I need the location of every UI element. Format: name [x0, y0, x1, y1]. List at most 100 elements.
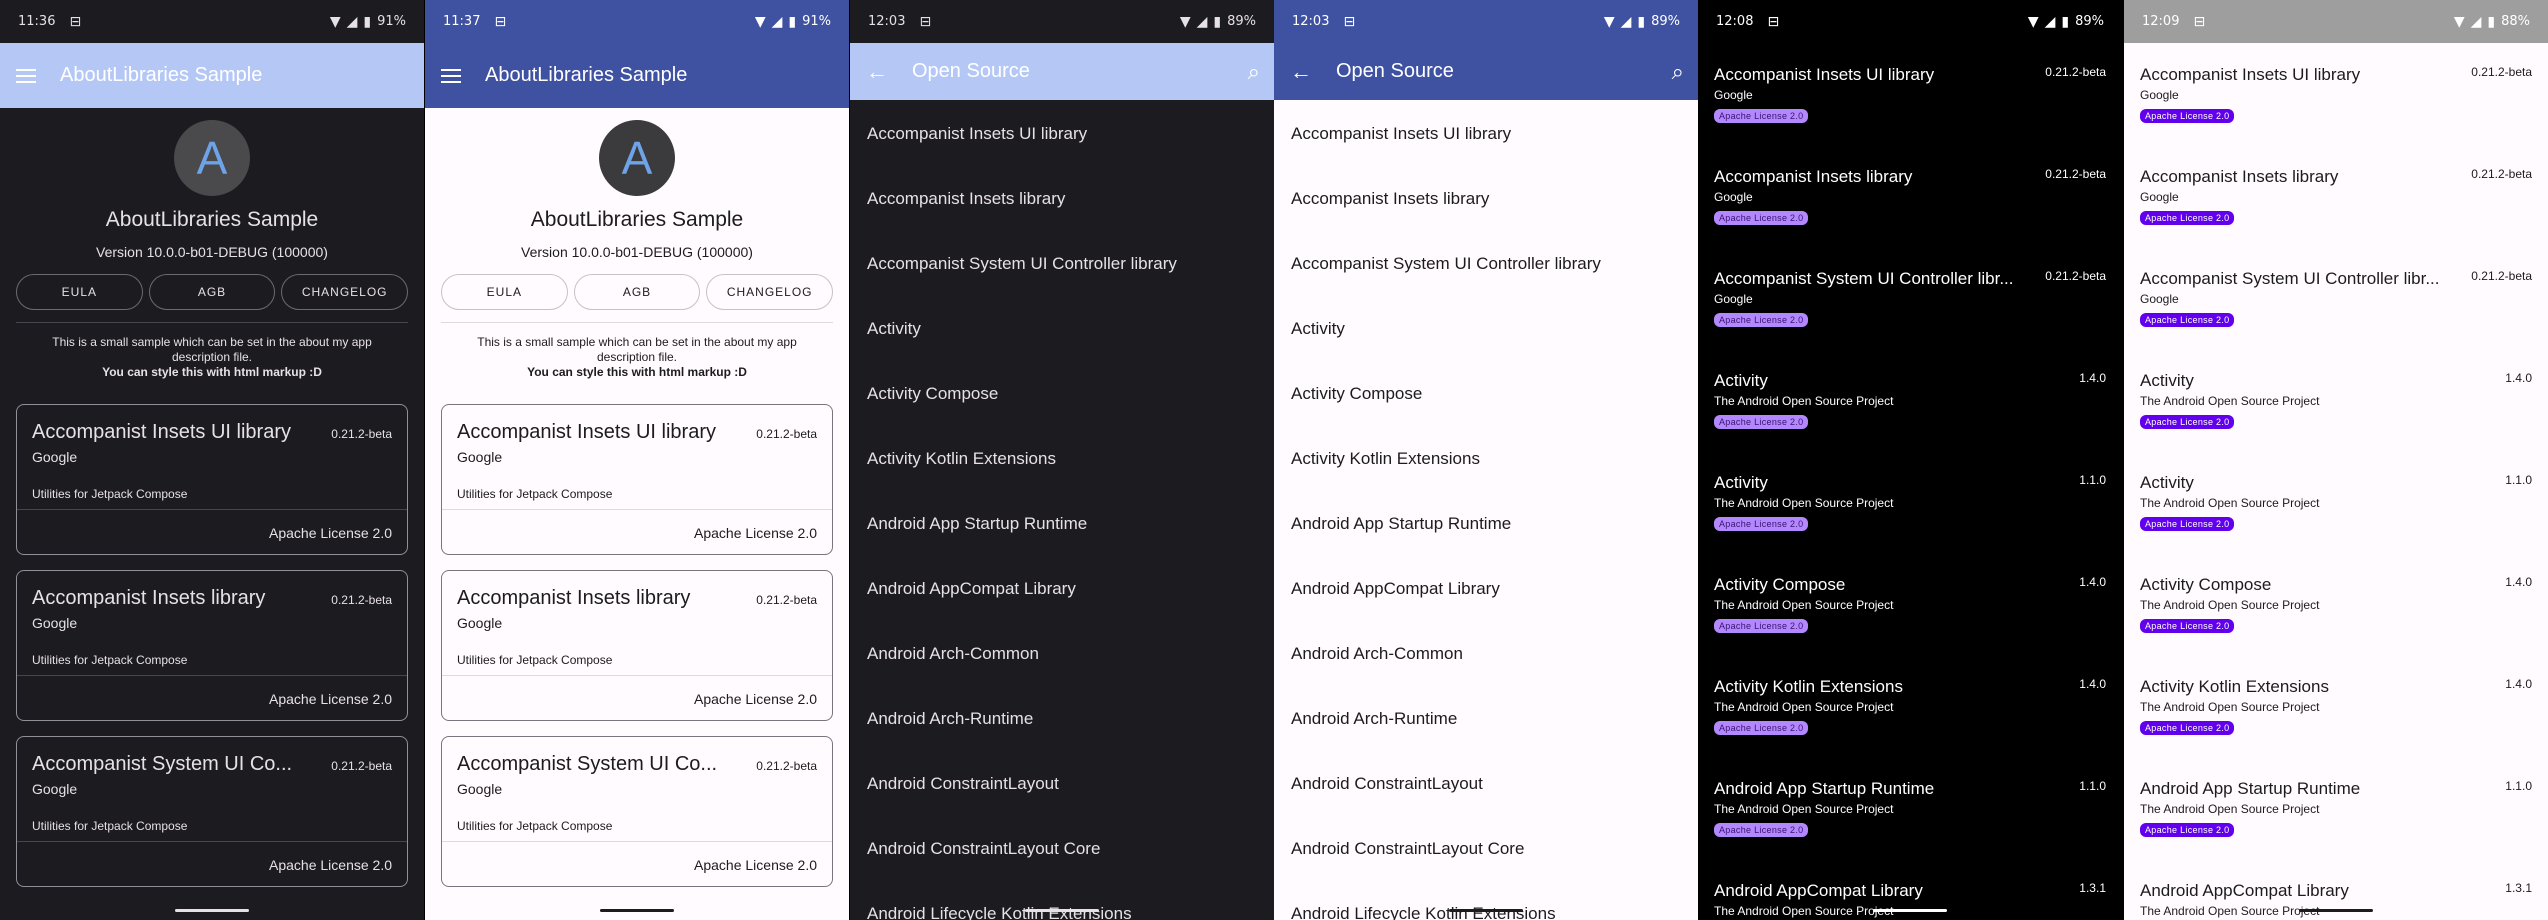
library-author: The Android Open Source Project [1714, 496, 1894, 510]
agb-button[interactable]: AGB [148, 274, 276, 310]
license-chip[interactable]: Apache License 2.0 [1714, 619, 1809, 633]
app-name: AboutLibraries Sample [530, 208, 744, 231]
list-item[interactable]: Accompanist Insets UI library 0.21.2-beta… [2124, 43, 2548, 145]
list-item[interactable]: Android Lifecycle Kotlin Extensions [1274, 881, 1698, 920]
license-chip[interactable]: Apache License 2.0 [1714, 415, 1809, 429]
list-item[interactable]: Accompanist Insets library 0.21.2-beta Goo… [1698, 145, 2122, 247]
list-item[interactable]: Activity 1.1.0 The Android Open Source Pro… [1698, 451, 2122, 553]
list-item[interactable]: Activity Kotlin Extensions 1.4.0 The Andro… [1698, 655, 2122, 757]
library-license[interactable]: Apache License 2.0 [32, 525, 392, 541]
list-item[interactable]: Activity [1274, 296, 1698, 361]
list-item[interactable]: Android Lifecycle Kotlin Extensions [850, 881, 1274, 920]
list-item[interactable]: Android ConstraintLayout [850, 751, 1274, 816]
search-icon[interactable]: ⌕ [1672, 59, 1684, 85]
list-item[interactable]: Android Arch-Runtime [850, 686, 1274, 751]
library-license[interactable]: Apache License 2.0 [32, 857, 392, 873]
list-item[interactable]: Accompanist System UI Controller libr...… [2124, 247, 2548, 349]
license-chip[interactable]: Apache License 2.0 [1714, 313, 1809, 327]
gesture-navigation-bar[interactable] [175, 909, 249, 912]
license-chip[interactable]: Apache License 2.0 [2140, 619, 2235, 633]
changelog-button[interactable]: CHANGELOG [706, 274, 834, 310]
license-chip[interactable]: Apache License 2.0 [2140, 109, 2235, 123]
library-card[interactable]: Accompanist Insets UI library 0.21.2-bet… [16, 404, 408, 555]
list-item[interactable]: Activity Kotlin Extensions [1274, 426, 1698, 491]
license-chip[interactable]: Apache License 2.0 [1714, 211, 1809, 225]
license-chip[interactable]: Apache License 2.0 [2140, 823, 2235, 837]
list-item[interactable]: Activity Compose [1274, 361, 1698, 426]
eula-button[interactable]: EULA [441, 274, 568, 310]
license-chip[interactable]: Apache License 2.0 [1714, 517, 1809, 531]
library-name: Activity Kotlin Extensions [2140, 677, 2329, 696]
license-chip[interactable]: Apache License 2.0 [2140, 415, 2235, 429]
list-item[interactable]: Accompanist Insets library [1274, 166, 1698, 231]
list-item[interactable]: Android App Startup Runtime [850, 491, 1274, 556]
library-card[interactable]: Accompanist System UI Co... 0.21.2-beta … [16, 736, 408, 887]
app-bar: AboutLibraries Sample [425, 43, 849, 108]
list-item[interactable]: Accompanist System UI Controller library [850, 231, 1274, 296]
library-card[interactable]: Accompanist System UI Co... 0.21.2-beta … [441, 736, 833, 887]
library-license[interactable]: Apache License 2.0 [457, 857, 817, 873]
list-item[interactable]: Accompanist System UI Controller library [1274, 231, 1698, 296]
list-item[interactable]: Accompanist Insets UI library [850, 101, 1274, 166]
list-item[interactable]: Accompanist Insets library 0.21.2-beta Goo… [2124, 145, 2548, 247]
list-item[interactable]: Activity 1.4.0 The Android Open Source Pro… [2124, 349, 2548, 451]
list-item[interactable]: Accompanist Insets UI library [1274, 101, 1698, 166]
list-item[interactable]: Android App Startup Runtime 1.1.0 The Andr… [1698, 757, 2122, 859]
gesture-navigation-bar[interactable] [1025, 909, 1099, 912]
list-item[interactable]: Accompanist Insets library [850, 166, 1274, 231]
arrow-back-icon[interactable]: ← [866, 59, 888, 85]
license-chip[interactable]: Apache License 2.0 [1714, 823, 1809, 837]
library-license[interactable]: Apache License 2.0 [457, 691, 817, 707]
menu-icon[interactable] [441, 68, 461, 83]
list-item[interactable]: Activity Kotlin Extensions 1.4.0 The Andro… [2124, 655, 2548, 757]
license-chip[interactable]: Apache License 2.0 [2140, 721, 2235, 735]
search-icon[interactable]: ⌕ [1248, 59, 1260, 85]
license-chip[interactable]: Apache License 2.0 [2140, 313, 2235, 327]
list-item[interactable]: Activity Compose 1.4.0 The Android Open So… [2124, 553, 2548, 655]
list-item[interactable]: Activity 1.4.0 The Android Open Source Pro… [1698, 349, 2122, 451]
license-chip[interactable]: Apache License 2.0 [2140, 517, 2235, 531]
library-card[interactable]: Accompanist Insets library 0.21.2-beta G… [441, 570, 833, 721]
list-item[interactable]: Android ConstraintLayout [1274, 751, 1698, 816]
list-item[interactable]: Android AppCompat Library [850, 556, 1274, 621]
list-item[interactable]: Android ConstraintLayout Core [1274, 816, 1698, 881]
menu-icon[interactable] [16, 68, 36, 83]
list-item[interactable]: Activity 1.1.0 The Android Open Source Pro… [2124, 451, 2548, 553]
list-item[interactable]: Android Arch-Common [850, 621, 1274, 686]
library-name: Activity Compose [2140, 575, 2272, 594]
description-text: This is a small sample which can be set … [477, 335, 797, 364]
card-divider [442, 509, 832, 510]
library-name: Accompanist Insets UI library [457, 421, 716, 443]
list-item[interactable]: Accompanist Insets UI library 0.21.2-beta… [1698, 43, 2122, 145]
list-item[interactable]: Android App Startup Runtime [1274, 491, 1698, 556]
list-item[interactable]: Activity [850, 296, 1274, 361]
gesture-navigation-bar[interactable] [2299, 909, 2373, 912]
gesture-navigation-bar[interactable] [1873, 909, 1947, 912]
list-item[interactable]: Activity Compose 1.4.0 The Android Open So… [1698, 553, 2122, 655]
list-item[interactable]: Android App Startup Runtime 1.1.0 The Andr… [2124, 757, 2548, 859]
changelog-button[interactable]: CHANGELOG [281, 274, 409, 310]
license-chip[interactable]: Apache License 2.0 [1714, 721, 1809, 735]
agb-button[interactable]: AGB [573, 274, 701, 310]
library-license[interactable]: Apache License 2.0 [32, 691, 392, 707]
eula-button[interactable]: EULA [16, 274, 143, 310]
list-item[interactable]: Activity Compose [850, 361, 1274, 426]
gesture-navigation-bar[interactable] [600, 909, 674, 912]
battery-icon: ▮ [2487, 13, 2496, 30]
library-license[interactable]: Apache License 2.0 [457, 525, 817, 541]
list-item[interactable]: Activity Kotlin Extensions [850, 426, 1274, 491]
list-item[interactable]: Accompanist System UI Controller libr...… [1698, 247, 2122, 349]
battery-level: 91% [802, 14, 831, 29]
library-card[interactable]: Accompanist Insets UI library 0.21.2-bet… [441, 404, 833, 555]
gesture-navigation-bar[interactable] [1449, 909, 1523, 912]
library-card[interactable]: Accompanist Insets library 0.21.2-beta G… [16, 570, 408, 721]
library-version: 1.1.0 [2505, 473, 2532, 487]
arrow-back-icon[interactable]: ← [1290, 59, 1312, 85]
list-item[interactable]: Android ConstraintLayout Core [850, 816, 1274, 881]
list-item[interactable]: Android Arch-Common [1274, 621, 1698, 686]
license-chip[interactable]: Apache License 2.0 [2140, 211, 2235, 225]
list-item[interactable]: Android Arch-Runtime [1274, 686, 1698, 751]
list-item[interactable]: Android AppCompat Library [1274, 556, 1698, 621]
license-chip[interactable]: Apache License 2.0 [1714, 109, 1809, 123]
library-version: 0.21.2-beta [756, 759, 817, 773]
